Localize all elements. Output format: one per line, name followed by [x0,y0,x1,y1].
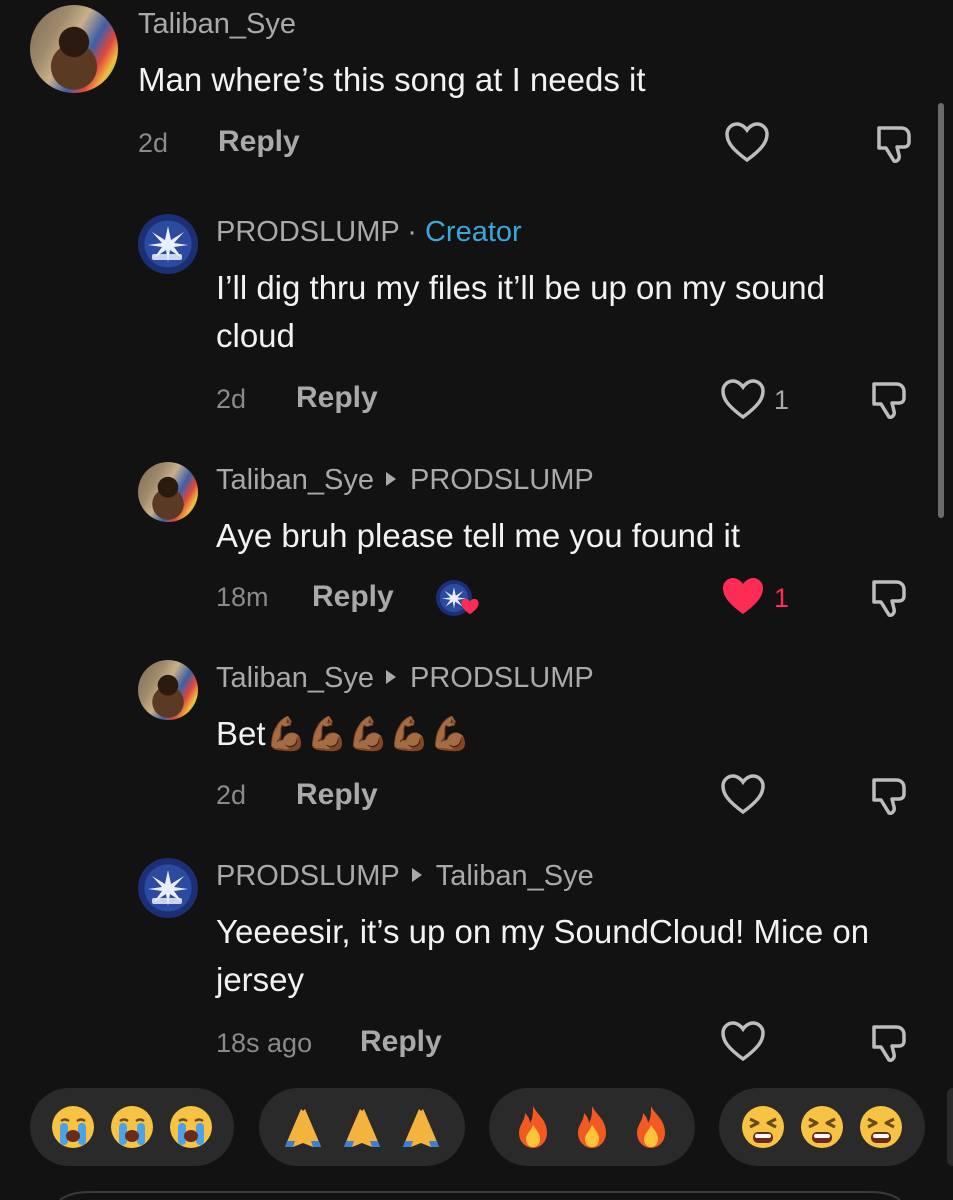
comment-username[interactable]: PRODSLUMP Taliban_Sye [216,860,594,893]
comment-timestamp: 2d [138,128,169,158]
reply-button[interactable]: Reply [312,580,394,614]
emoji-pill-folded-hands[interactable] [259,1088,465,1166]
dislike-icon[interactable] [868,1021,912,1065]
username-label[interactable]: Taliban_Sye [216,464,374,496]
emoji-reaction-bar [0,1088,953,1168]
fire-icon [637,1106,666,1148]
brand-logo-icon [148,870,188,906]
reply-button[interactable]: Reply [360,1025,442,1059]
avatar[interactable] [30,5,118,93]
comment-text: Yeeeesir, it’s up on my SoundCloud! Mice… [216,913,870,998]
heart-filled-icon[interactable] [720,576,766,618]
creator-heart-icon [461,598,479,615]
username-label[interactable]: PRODSLUMP [216,216,399,248]
scrollbar[interactable] [938,103,944,518]
heart-icon[interactable] [720,774,766,816]
comment-timestamp: 2d [216,384,247,414]
reply-button[interactable]: Reply [218,125,300,159]
username-label[interactable]: PRODSLUMP [216,860,400,892]
comment-username[interactable]: Taliban_Sye [138,8,296,41]
emoji-pill-fire[interactable] [489,1088,695,1166]
comment-text: Aye bruh please tell me you found it [216,517,741,554]
separator: · [399,216,425,248]
dislike-icon[interactable] [873,122,917,166]
comment-timestamp: 2d [216,780,247,810]
reply-button[interactable]: Reply [296,381,378,415]
username-label[interactable]: Taliban_Sye [216,662,374,694]
reply-to-label[interactable]: PRODSLUMP [410,464,594,496]
avatar[interactable] [138,214,198,274]
input-bar-top-edge [59,1191,901,1200]
avatar[interactable] [138,660,198,720]
heart-icon[interactable] [720,1021,766,1063]
crying-face-icon [169,1106,212,1148]
tired-face-icon [800,1106,843,1148]
emoji-pill-crying-face[interactable] [30,1088,234,1166]
tired-face-icon [860,1106,903,1148]
comment-text: Man where’s this song at I needs it [138,61,646,98]
heart-icon[interactable] [720,379,766,421]
comment-timestamp: 18s ago [216,1028,313,1058]
comment-username[interactable]: Taliban_Sye PRODSLUMP [216,464,594,497]
reply-to-label[interactable]: PRODSLUMP [410,662,594,694]
dislike-icon[interactable] [868,378,912,422]
comment-text: I’ll dig thru my files it’ll be up on my… [216,269,825,354]
comment-username[interactable]: PRODSLUMP · Creator [216,216,522,249]
fire-icon [518,1106,547,1148]
reply-arrow-icon [386,472,396,487]
fire-icon [577,1106,606,1148]
like-count: 1 [774,583,790,613]
crying-face-icon [52,1106,95,1148]
tired-face-icon [741,1106,784,1148]
reply-to-label[interactable]: Taliban_Sye [436,860,594,892]
comment-username[interactable]: Taliban_Sye PRODSLUMP [216,662,594,695]
reply-arrow-icon [411,868,422,883]
dislike-icon[interactable] [868,576,912,620]
heart-icon[interactable] [724,122,770,164]
emoji-pill-partial[interactable] [947,1088,953,1166]
brand-logo-icon [148,226,188,262]
creator-badge: Creator [424,216,522,248]
dislike-icon[interactable] [868,774,912,818]
emoji-pill-tired-face[interactable] [719,1088,925,1166]
reply-arrow-icon [386,670,396,685]
folded-hands-icon [343,1109,380,1147]
folded-hands-icon [403,1109,440,1147]
comment-text: Bet💪🏾💪🏾💪🏾💪🏾💪🏾 [216,715,471,752]
avatar[interactable] [138,858,198,918]
folded-hands-icon [284,1109,321,1147]
crying-face-icon [110,1106,153,1148]
comment-timestamp: 18m [216,582,269,612]
like-count: 1 [774,385,790,415]
avatar[interactable] [138,462,198,522]
reply-button[interactable]: Reply [296,778,378,812]
